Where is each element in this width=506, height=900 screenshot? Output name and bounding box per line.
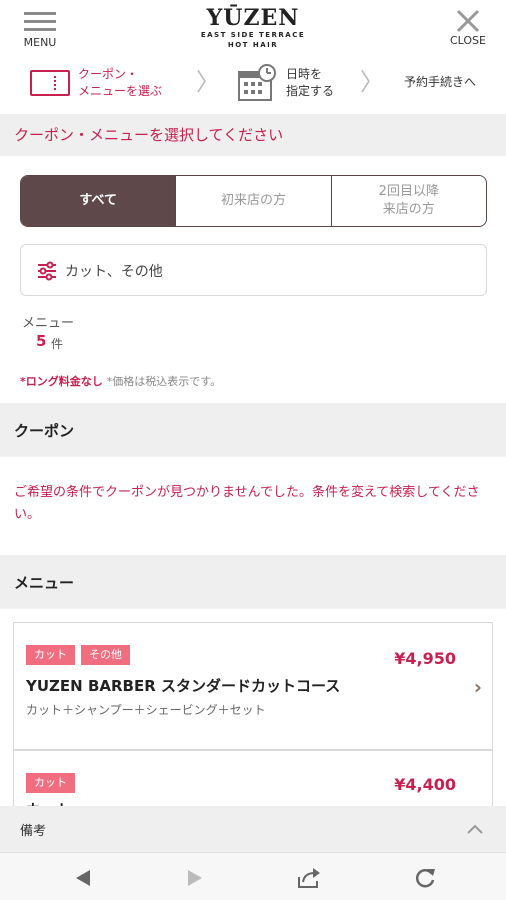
tab-repeat-visit-line-1: 2回目以降 bbox=[378, 184, 439, 199]
browser-toolbar bbox=[0, 852, 506, 900]
filter-input[interactable]: カット、その他 bbox=[20, 244, 487, 296]
menu-item-subtitle: カット＋シャンプー＋シェービング＋セット bbox=[26, 703, 266, 717]
menu-label: MENU bbox=[23, 36, 57, 49]
count-unit: 件 bbox=[51, 337, 64, 351]
step-2-line-1: 日時を bbox=[286, 67, 323, 81]
chevron-right-icon: › bbox=[473, 675, 482, 699]
menu-item-card[interactable]: カット その他 ¥4,950 YUZEN BARBER スタンダードカットコース … bbox=[13, 622, 493, 750]
tag-cut: カット bbox=[26, 645, 75, 665]
calendar-icon bbox=[238, 64, 276, 101]
close-label: CLOSE bbox=[449, 34, 486, 47]
tab-first-visit-label: 初来店の方 bbox=[220, 193, 286, 208]
coupon-section-header: クーポン bbox=[0, 403, 506, 457]
tag-cut: カット bbox=[26, 773, 75, 793]
menu-item-price: ¥4,400 bbox=[394, 775, 456, 794]
tab-first-visit[interactable]: 初来店の方 bbox=[175, 176, 330, 226]
hamburger-icon bbox=[24, 12, 56, 15]
coupon-icon bbox=[30, 70, 70, 96]
chevron-right-icon: 〉 bbox=[360, 68, 384, 96]
step-1-line-2: メニューを選ぶ bbox=[78, 84, 163, 98]
long-hair-note: *ロング料金なし bbox=[20, 375, 103, 388]
salon-logo[interactable]: YŪZEN EAST SIDE TERRACE HOT HAIR bbox=[190, 6, 316, 50]
tag-other: その他 bbox=[81, 645, 130, 665]
share-icon[interactable] bbox=[296, 865, 322, 891]
menu-item-price: ¥4,950 bbox=[394, 649, 456, 668]
step-1: クーポン・ メニューを選ぶ bbox=[78, 66, 162, 100]
chevron-right-icon: 〉 bbox=[196, 68, 220, 96]
step-3: 予約手続きへ bbox=[404, 75, 477, 89]
close-icon bbox=[456, 9, 480, 33]
step-1-line-1: クーポン・ bbox=[78, 67, 139, 81]
menu-section-header: メニュー bbox=[0, 555, 506, 609]
back-icon[interactable] bbox=[70, 865, 96, 891]
price-notes: *ロング料金なし *価格は税込表示です。 bbox=[20, 373, 221, 389]
logo-main-text: YŪZEN bbox=[206, 5, 300, 31]
coupon-section-title: クーポン bbox=[14, 422, 75, 440]
filter-text: カット、その他 bbox=[65, 264, 163, 280]
page-title: クーポン・メニューを選択してください bbox=[14, 126, 284, 144]
step-2-line-2: 指定する bbox=[286, 84, 335, 98]
no-coupon-message: ご希望の条件でクーポンが見つかりませんでした。条件を変えて検索してください。 bbox=[14, 485, 480, 522]
menu-button[interactable]: MENU bbox=[18, 8, 62, 52]
tax-note: *価格は税込表示です。 bbox=[106, 375, 222, 388]
hamburger-icon-line bbox=[24, 20, 56, 23]
tab-repeat-visit-line-2: 来店の方 bbox=[382, 202, 435, 217]
menu-section-title: メニュー bbox=[14, 574, 75, 592]
menu-item-tags: カット その他 bbox=[26, 643, 136, 665]
forward-icon[interactable] bbox=[182, 865, 208, 891]
logo-sub-text-2: HOT HAIR bbox=[227, 41, 279, 49]
app-header: MENU YŪZEN EAST SIDE TERRACE HOT HAIR CL… bbox=[0, 0, 506, 56]
customer-type-tabs: すべて 初来店の方 2回目以降 来店の方 bbox=[20, 175, 487, 227]
menu-item-tags: カット bbox=[26, 771, 81, 793]
reload-icon[interactable] bbox=[412, 865, 438, 891]
menu-item-title: YUZEN BARBER スタンダードカットコース bbox=[26, 677, 341, 695]
remarks-bar[interactable]: 備考 bbox=[0, 806, 506, 852]
hamburger-icon-line bbox=[24, 28, 56, 31]
tab-all-label: すべて bbox=[79, 193, 117, 208]
booking-steps: クーポン・ メニューを選ぶ 〉 日時を 指定する 〉 予約手続きへ bbox=[0, 60, 506, 112]
remarks-label: 備考 bbox=[20, 824, 47, 839]
filter-sliders-icon bbox=[38, 261, 56, 281]
close-button[interactable]: CLOSE bbox=[442, 8, 494, 52]
step-2: 日時を 指定する bbox=[286, 66, 334, 100]
tab-repeat-visit[interactable]: 2回目以降 来店の方 bbox=[330, 176, 486, 226]
tab-all[interactable]: すべて bbox=[21, 176, 176, 226]
count-value: 5 bbox=[36, 332, 47, 350]
chevron-up-icon bbox=[467, 824, 483, 834]
logo-sub-text-1: EAST SIDE TERRACE bbox=[200, 31, 306, 39]
count-label: メニュー bbox=[22, 316, 75, 331]
